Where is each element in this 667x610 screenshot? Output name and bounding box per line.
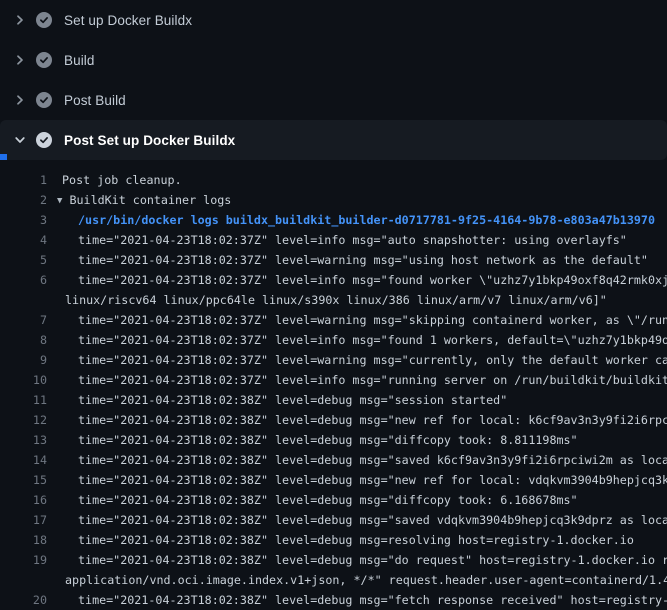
step-row-post-set-up-docker-buildx[interactable]: Post Set up Docker Buildx xyxy=(0,120,667,160)
line-number[interactable]: 11 xyxy=(0,390,47,410)
log-text: time="2021-04-23T18:02:38Z" level=debug … xyxy=(47,390,667,410)
step-row-post-build[interactable]: Post Build xyxy=(0,80,667,120)
line-number[interactable]: 17 xyxy=(0,510,47,530)
log-text: time="2021-04-23T18:02:38Z" level=debug … xyxy=(47,490,667,510)
check-circle-icon xyxy=(36,52,52,68)
log-text: time="2021-04-23T18:02:37Z" level=info m… xyxy=(47,370,667,390)
log-row: 17 time="2021-04-23T18:02:38Z" level=deb… xyxy=(0,510,667,530)
line-number[interactable]: 19 xyxy=(0,550,47,570)
log-row: 3 /usr/bin/docker logs buildx_buildkit_b… xyxy=(0,210,667,230)
steps-list: Set up Docker Buildx Build Post Build Po… xyxy=(0,0,667,160)
log-text: time="2021-04-23T18:02:38Z" level=debug … xyxy=(47,450,667,470)
step-row-build[interactable]: Build xyxy=(0,40,667,80)
log-row: application/vnd.oci.image.index.v1+json,… xyxy=(0,570,667,590)
log-row: 7 time="2021-04-23T18:02:37Z" level=warn… xyxy=(0,310,667,330)
line-number[interactable]: 9 xyxy=(0,350,47,370)
line-number[interactable]: 20 xyxy=(0,590,47,610)
log-text: time="2021-04-23T18:02:37Z" level=info m… xyxy=(47,270,667,290)
log-text: time="2021-04-23T18:02:38Z" level=debug … xyxy=(47,590,667,610)
log-text: time="2021-04-23T18:02:38Z" level=debug … xyxy=(47,510,667,530)
check-circle-icon xyxy=(36,92,52,108)
line-number[interactable]: 6 xyxy=(0,270,47,290)
line-number[interactable]: 15 xyxy=(0,470,47,490)
log-text: time="2021-04-23T18:02:38Z" level=debug … xyxy=(47,470,667,490)
step-label: Post Set up Docker Buildx xyxy=(64,133,235,148)
line-number[interactable]: 14 xyxy=(0,450,47,470)
line-number[interactable]: 13 xyxy=(0,430,47,450)
chevron-right-icon xyxy=(12,92,28,108)
log-row: 16 time="2021-04-23T18:02:38Z" level=deb… xyxy=(0,490,667,510)
line-number[interactable]: 2 xyxy=(0,190,47,210)
log-text: /usr/bin/docker logs buildx_buildkit_bui… xyxy=(47,210,667,230)
log-text: time="2021-04-23T18:02:38Z" level=debug … xyxy=(47,430,667,450)
log-row: 10 time="2021-04-23T18:02:37Z" level=inf… xyxy=(0,370,667,390)
log-text: ▼ BuildKit container logs xyxy=(47,190,667,210)
line-number[interactable] xyxy=(0,570,47,590)
log-text: time="2021-04-23T18:02:38Z" level=debug … xyxy=(47,550,667,570)
line-number[interactable]: 3 xyxy=(0,210,47,230)
log-text: time="2021-04-23T18:02:37Z" level=info m… xyxy=(47,330,667,350)
log-text: time="2021-04-23T18:02:38Z" level=debug … xyxy=(47,410,667,430)
log-row: 11 time="2021-04-23T18:02:38Z" level=deb… xyxy=(0,390,667,410)
chevron-right-icon xyxy=(12,52,28,68)
log-text: time="2021-04-23T18:02:37Z" level=info m… xyxy=(47,230,667,250)
step-row-set-up-docker-buildx[interactable]: Set up Docker Buildx xyxy=(0,0,667,40)
log-text: time="2021-04-23T18:02:37Z" level=warnin… xyxy=(47,350,667,370)
log-text: time="2021-04-23T18:02:37Z" level=warnin… xyxy=(47,250,667,270)
log-text: linux/riscv64 linux/ppc64le linux/s390x … xyxy=(47,290,667,310)
line-number[interactable]: 4 xyxy=(0,230,47,250)
line-number[interactable]: 12 xyxy=(0,410,47,430)
line-number[interactable]: 1 xyxy=(0,170,47,190)
log-text: time="2021-04-23T18:02:38Z" level=debug … xyxy=(47,530,667,550)
log-row: 2 ▼ BuildKit container logs xyxy=(0,190,667,210)
log-row: 14 time="2021-04-23T18:02:38Z" level=deb… xyxy=(0,450,667,470)
line-number[interactable]: 8 xyxy=(0,330,47,350)
log-text: time="2021-04-23T18:02:37Z" level=warnin… xyxy=(47,310,667,330)
log-row: 20 time="2021-04-23T18:02:38Z" level=deb… xyxy=(0,590,667,610)
collapse-triangle-icon[interactable]: ▼ xyxy=(57,191,62,210)
line-number[interactable]: 5 xyxy=(0,250,47,270)
step-label: Build xyxy=(64,53,95,68)
line-number[interactable]: 7 xyxy=(0,310,47,330)
log-row: 1 Post job cleanup. xyxy=(0,170,667,190)
log-row: 15 time="2021-04-23T18:02:38Z" level=deb… xyxy=(0,470,667,490)
line-number[interactable]: 18 xyxy=(0,530,47,550)
chevron-right-icon xyxy=(12,12,28,28)
log-text: application/vnd.oci.image.index.v1+json,… xyxy=(47,570,667,590)
check-circle-icon xyxy=(36,132,52,148)
line-number[interactable] xyxy=(0,290,47,310)
log-row: linux/riscv64 linux/ppc64le linux/s390x … xyxy=(0,290,667,310)
step-label: Post Build xyxy=(64,93,126,108)
log-row: 4 time="2021-04-23T18:02:37Z" level=info… xyxy=(0,230,667,250)
log-lines: 1 Post job cleanup. 2 ▼ BuildKit contain… xyxy=(0,160,667,610)
line-number[interactable]: 16 xyxy=(0,490,47,510)
chevron-down-icon xyxy=(12,132,28,148)
check-circle-icon xyxy=(36,12,52,28)
log-row: 13 time="2021-04-23T18:02:38Z" level=deb… xyxy=(0,430,667,450)
log-row: 5 time="2021-04-23T18:02:37Z" level=warn… xyxy=(0,250,667,270)
actions-log-viewer: { "colors": { "background": "#0d1117", "… xyxy=(0,0,667,600)
log-row: 9 time="2021-04-23T18:02:37Z" level=warn… xyxy=(0,350,667,370)
log-row: 8 time="2021-04-23T18:02:37Z" level=info… xyxy=(0,330,667,350)
blue-corner-accent xyxy=(0,154,7,160)
line-number[interactable]: 10 xyxy=(0,370,47,390)
log-row: 6 time="2021-04-23T18:02:37Z" level=info… xyxy=(0,270,667,290)
log-row: 19 time="2021-04-23T18:02:38Z" level=deb… xyxy=(0,550,667,570)
step-label: Set up Docker Buildx xyxy=(64,13,192,28)
log-row: 12 time="2021-04-23T18:02:38Z" level=deb… xyxy=(0,410,667,430)
log-text: Post job cleanup. xyxy=(47,170,667,190)
log-row: 18 time="2021-04-23T18:02:38Z" level=deb… xyxy=(0,530,667,550)
